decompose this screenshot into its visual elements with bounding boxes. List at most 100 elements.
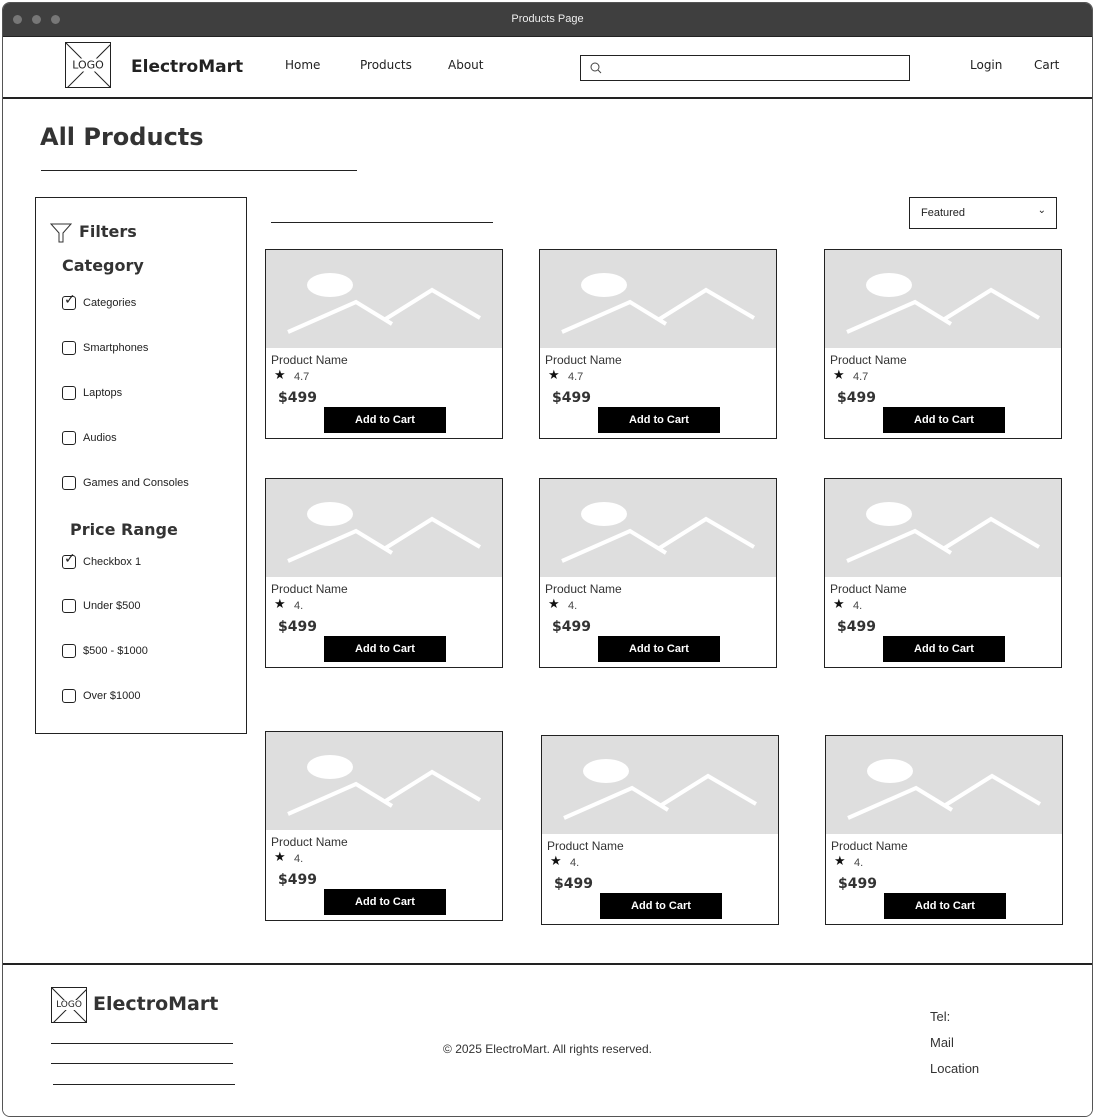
- product-name[interactable]: Product Name: [545, 582, 622, 596]
- product-name[interactable]: Product Name: [830, 353, 907, 367]
- product-name[interactable]: Product Name: [271, 582, 348, 596]
- product-card[interactable]: Product Name ★ 4. $499 Add to Cart: [265, 731, 503, 921]
- brand-name[interactable]: ElectroMart: [131, 57, 243, 77]
- product-name[interactable]: Product Name: [271, 835, 348, 849]
- add-to-cart-button[interactable]: Add to Cart: [600, 893, 722, 919]
- checkbox[interactable]: [62, 431, 76, 445]
- sort-dropdown[interactable]: Featured ⌄: [909, 197, 1057, 229]
- footer-link-line[interactable]: [53, 1084, 235, 1085]
- star-icon: ★: [274, 597, 286, 612]
- image-placeholder-icon: [287, 273, 482, 334]
- category-checkbox-smartphones[interactable]: Smartphones: [62, 341, 148, 355]
- price-checkbox-500-1000[interactable]: $500 - $1000: [62, 644, 148, 658]
- product-card[interactable]: Product Name ★ 4. $499 Add to Cart: [541, 735, 779, 925]
- add-to-cart-button[interactable]: Add to Cart: [324, 407, 446, 433]
- product-card[interactable]: Product Name ★ 4.7 $499 Add to Cart: [265, 249, 503, 439]
- cart-link[interactable]: Cart: [1034, 58, 1059, 72]
- product-image[interactable]: [266, 250, 502, 348]
- checkbox-label: Categories: [83, 297, 137, 309]
- category-checkbox-categories[interactable]: ✓ Categories: [62, 293, 137, 310]
- category-heading: Category: [62, 256, 144, 275]
- logo-text: LOGO: [55, 1000, 83, 1010]
- product-card[interactable]: Product Name ★ 4. $499 Add to Cart: [265, 478, 503, 668]
- product-name[interactable]: Product Name: [547, 839, 624, 853]
- product-image[interactable]: [825, 250, 1061, 348]
- checkbox[interactable]: ✓: [62, 552, 76, 569]
- product-image[interactable]: [540, 479, 776, 577]
- add-to-cart-button[interactable]: Add to Cart: [324, 636, 446, 662]
- product-image[interactable]: [825, 479, 1061, 577]
- nav-link-home[interactable]: Home: [285, 58, 320, 72]
- category-checkbox-laptops[interactable]: Laptops: [62, 386, 122, 400]
- product-price: $499: [552, 390, 591, 406]
- image-placeholder-icon: [847, 759, 1042, 820]
- product-price: $499: [552, 619, 591, 635]
- checkbox-label: Audios: [83, 432, 117, 444]
- product-card[interactable]: Product Name ★ 4.7 $499 Add to Cart: [539, 249, 777, 439]
- product-image[interactable]: [542, 736, 778, 834]
- chevron-down-icon: ⌄: [1037, 205, 1046, 216]
- price-checkbox-over-1000[interactable]: Over $1000: [62, 689, 140, 703]
- footer-brand: ElectroMart: [93, 993, 219, 1015]
- add-to-cart-button[interactable]: Add to Cart: [883, 407, 1005, 433]
- star-icon: ★: [274, 368, 286, 383]
- filter-icon: [50, 223, 72, 243]
- product-image[interactable]: [266, 479, 502, 577]
- nav-link-about[interactable]: About: [448, 58, 483, 72]
- product-price: $499: [554, 876, 593, 892]
- product-rating: 4.: [568, 600, 578, 612]
- checkbox[interactable]: [62, 386, 76, 400]
- product-card[interactable]: Product Name ★ 4. $499 Add to Cart: [824, 478, 1062, 668]
- product-rating: 4.7: [853, 371, 869, 383]
- checkbox[interactable]: [62, 599, 76, 613]
- product-image[interactable]: [266, 732, 502, 830]
- footer-link-line[interactable]: [51, 1063, 233, 1064]
- search-input[interactable]: [607, 58, 902, 78]
- nav-link-products[interactable]: Products: [360, 58, 412, 72]
- checkbox[interactable]: [62, 689, 76, 703]
- product-rating: 4.: [570, 857, 580, 869]
- category-checkbox-games[interactable]: Games and Consoles: [62, 476, 189, 490]
- price-checkbox-1[interactable]: ✓ Checkbox 1: [62, 552, 141, 569]
- product-price: $499: [278, 390, 317, 406]
- title-bar: Products Page: [3, 3, 1092, 37]
- product-name[interactable]: Product Name: [545, 353, 622, 367]
- logo-text: LOGO: [71, 58, 105, 72]
- checkbox-label: $500 - $1000: [83, 645, 148, 657]
- login-link[interactable]: Login: [970, 58, 1002, 72]
- category-checkbox-audios[interactable]: Audios: [62, 431, 117, 445]
- checkbox[interactable]: ✓: [62, 293, 76, 310]
- search-bar[interactable]: [580, 55, 910, 81]
- product-price: $499: [278, 619, 317, 635]
- product-card[interactable]: Product Name ★ 4. $499 Add to Cart: [825, 735, 1063, 925]
- price-checkbox-under-500[interactable]: Under $500: [62, 599, 141, 613]
- product-price: $499: [837, 390, 876, 406]
- add-to-cart-button[interactable]: Add to Cart: [884, 893, 1006, 919]
- logo[interactable]: LOGO: [65, 42, 111, 88]
- product-name[interactable]: Product Name: [271, 353, 348, 367]
- add-to-cart-button[interactable]: Add to Cart: [598, 407, 720, 433]
- footer-logo[interactable]: LOGO: [51, 987, 87, 1023]
- product-image[interactable]: [826, 736, 1062, 834]
- filters-heading: Filters: [79, 222, 137, 241]
- checkbox[interactable]: [62, 476, 76, 490]
- product-rating: 4.: [854, 857, 864, 869]
- page-title: All Products: [40, 123, 204, 151]
- product-card[interactable]: Product Name ★ 4.7 $499 Add to Cart: [824, 249, 1062, 439]
- price-range-heading: Price Range: [70, 520, 178, 539]
- product-price: $499: [838, 876, 877, 892]
- product-image[interactable]: [540, 250, 776, 348]
- checkbox[interactable]: [62, 341, 76, 355]
- add-to-cart-button[interactable]: Add to Cart: [598, 636, 720, 662]
- product-name[interactable]: Product Name: [831, 839, 908, 853]
- product-rating: 4.: [294, 600, 304, 612]
- checkbox-label: Games and Consoles: [83, 477, 189, 489]
- product-name[interactable]: Product Name: [830, 582, 907, 596]
- image-placeholder-icon: [846, 273, 1041, 334]
- image-placeholder-icon: [846, 502, 1041, 563]
- checkbox[interactable]: [62, 644, 76, 658]
- product-card[interactable]: Product Name ★ 4. $499 Add to Cart: [539, 478, 777, 668]
- filters-panel: Filters Category ✓ Categories Smartphone…: [35, 197, 247, 734]
- add-to-cart-button[interactable]: Add to Cart: [324, 889, 446, 915]
- add-to-cart-button[interactable]: Add to Cart: [883, 636, 1005, 662]
